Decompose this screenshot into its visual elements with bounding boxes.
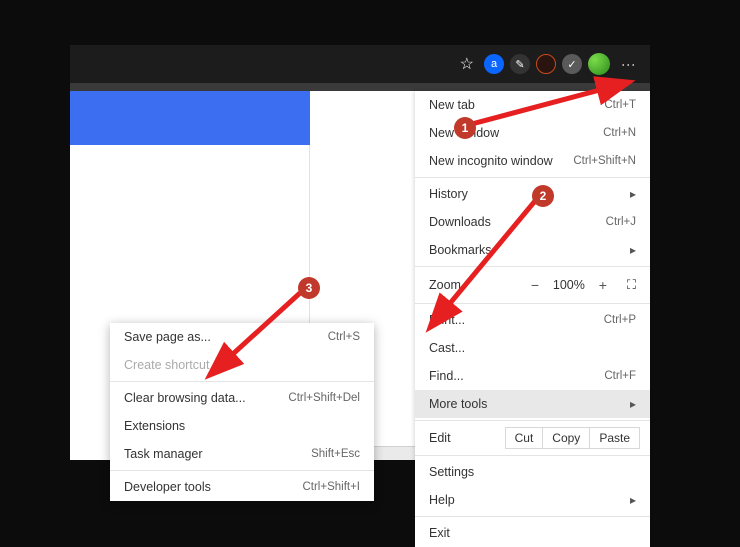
menu-new-incognito[interactable]: New incognito window Ctrl+Shift+N bbox=[415, 147, 650, 175]
menu-label: Print... bbox=[429, 313, 604, 327]
menu-zoom-row: Zoom − 100% + ⛶ bbox=[415, 269, 650, 301]
menu-label: Exit bbox=[429, 526, 636, 540]
menu-separator bbox=[110, 381, 374, 382]
menu-shortcut: Ctrl+Shift+I bbox=[302, 481, 360, 493]
submenu-clear-browsing-data[interactable]: Clear browsing data... Ctrl+Shift+Del bbox=[110, 384, 374, 412]
menu-history[interactable]: History ▸ bbox=[415, 180, 650, 208]
zoom-in-button[interactable]: + bbox=[595, 277, 611, 293]
menu-label: Settings bbox=[429, 465, 636, 479]
menu-separator bbox=[110, 470, 374, 471]
menu-more-tools[interactable]: More tools ▸ bbox=[415, 390, 650, 418]
chevron-right-icon: ▸ bbox=[630, 187, 636, 201]
extension-icon-pencil[interactable]: ✎ bbox=[510, 54, 530, 74]
menu-label: Clear browsing data... bbox=[124, 391, 246, 405]
page-header-banner bbox=[70, 91, 310, 145]
menu-separator bbox=[415, 266, 650, 267]
extension-icon-check[interactable]: ✓ bbox=[562, 54, 582, 74]
chevron-right-icon: ▸ bbox=[630, 493, 636, 507]
menu-shortcut: Ctrl+S bbox=[328, 331, 360, 343]
paste-button[interactable]: Paste bbox=[589, 427, 640, 449]
menu-downloads[interactable]: Downloads Ctrl+J bbox=[415, 208, 650, 236]
menu-separator bbox=[415, 177, 650, 178]
menu-help[interactable]: Help ▸ bbox=[415, 486, 650, 514]
menu-label: Save page as... bbox=[124, 330, 211, 344]
menu-bookmarks[interactable]: Bookmarks ▸ bbox=[415, 236, 650, 264]
menu-shortcut: Ctrl+Shift+N bbox=[573, 155, 636, 167]
bookmark-star-icon[interactable]: ☆ bbox=[460, 54, 474, 74]
more-tools-submenu: Save page as... Ctrl+S Create shortcut..… bbox=[110, 323, 374, 501]
menu-find[interactable]: Find... Ctrl+F bbox=[415, 362, 650, 390]
cut-button[interactable]: Cut bbox=[505, 427, 544, 449]
menu-label: New window bbox=[429, 126, 603, 140]
menu-shortcut: Ctrl+J bbox=[606, 216, 636, 228]
menu-new-window[interactable]: New window Ctrl+N bbox=[415, 119, 650, 147]
menu-settings[interactable]: Settings bbox=[415, 458, 650, 486]
menu-label: Task manager bbox=[124, 447, 203, 461]
menu-new-tab[interactable]: New tab Ctrl+T bbox=[415, 91, 650, 119]
edit-label: Edit bbox=[425, 431, 506, 445]
zoom-value: 100% bbox=[553, 278, 585, 292]
tab-strip bbox=[70, 83, 650, 91]
kebab-menu-icon[interactable]: ⋮ bbox=[616, 56, 642, 73]
menu-label: Extensions bbox=[124, 419, 185, 433]
menu-label: Cast... bbox=[429, 341, 636, 355]
menu-label: Find... bbox=[429, 369, 604, 383]
zoom-label: Zoom bbox=[429, 278, 517, 292]
zoom-out-button[interactable]: − bbox=[527, 277, 543, 293]
menu-label: New tab bbox=[429, 98, 604, 112]
chevron-right-icon: ▸ bbox=[630, 397, 636, 411]
menu-label: New incognito window bbox=[429, 154, 573, 168]
menu-label: More tools bbox=[429, 397, 624, 411]
menu-label: History bbox=[429, 187, 624, 201]
menu-separator bbox=[415, 516, 650, 517]
profile-avatar-icon[interactable] bbox=[588, 53, 610, 75]
browser-toolbar: ☆ a ✎ ✓ ⋮ bbox=[70, 45, 650, 83]
submenu-developer-tools[interactable]: Developer tools Ctrl+Shift+I bbox=[110, 473, 374, 501]
menu-label: Bookmarks bbox=[429, 243, 624, 257]
menu-separator bbox=[415, 420, 650, 421]
submenu-task-manager[interactable]: Task manager Shift+Esc bbox=[110, 440, 374, 468]
submenu-extensions[interactable]: Extensions bbox=[110, 412, 374, 440]
chrome-main-menu: New tab Ctrl+T New window Ctrl+N New inc… bbox=[415, 91, 650, 547]
extension-icon-orange[interactable] bbox=[536, 54, 556, 74]
menu-shortcut: Ctrl+F bbox=[604, 370, 636, 382]
fullscreen-icon[interactable]: ⛶ bbox=[627, 277, 636, 293]
menu-label: Downloads bbox=[429, 215, 606, 229]
menu-shortcut: Ctrl+N bbox=[603, 127, 636, 139]
menu-label: Help bbox=[429, 493, 624, 507]
menu-shortcut: Shift+Esc bbox=[311, 448, 360, 460]
menu-cast[interactable]: Cast... bbox=[415, 334, 650, 362]
submenu-create-shortcut: Create shortcut... bbox=[110, 351, 374, 379]
extension-icon-a[interactable]: a bbox=[484, 54, 504, 74]
menu-separator bbox=[415, 303, 650, 304]
copy-button[interactable]: Copy bbox=[542, 427, 590, 449]
submenu-save-page[interactable]: Save page as... Ctrl+S bbox=[110, 323, 374, 351]
chevron-right-icon: ▸ bbox=[630, 243, 636, 257]
menu-separator bbox=[415, 455, 650, 456]
menu-shortcut: Ctrl+Shift+Del bbox=[288, 392, 360, 404]
menu-label: Create shortcut... bbox=[124, 358, 220, 372]
screenshot-stage: ☆ a ✎ ✓ ⋮ New tab Ctrl+T New window Ctrl… bbox=[70, 45, 650, 460]
menu-edit-row: Edit Cut Copy Paste bbox=[415, 423, 650, 453]
menu-print[interactable]: Print... Ctrl+P bbox=[415, 306, 650, 334]
menu-shortcut: Ctrl+P bbox=[604, 314, 636, 326]
menu-exit[interactable]: Exit bbox=[415, 519, 650, 547]
menu-label: Developer tools bbox=[124, 480, 211, 494]
menu-shortcut: Ctrl+T bbox=[604, 99, 636, 111]
